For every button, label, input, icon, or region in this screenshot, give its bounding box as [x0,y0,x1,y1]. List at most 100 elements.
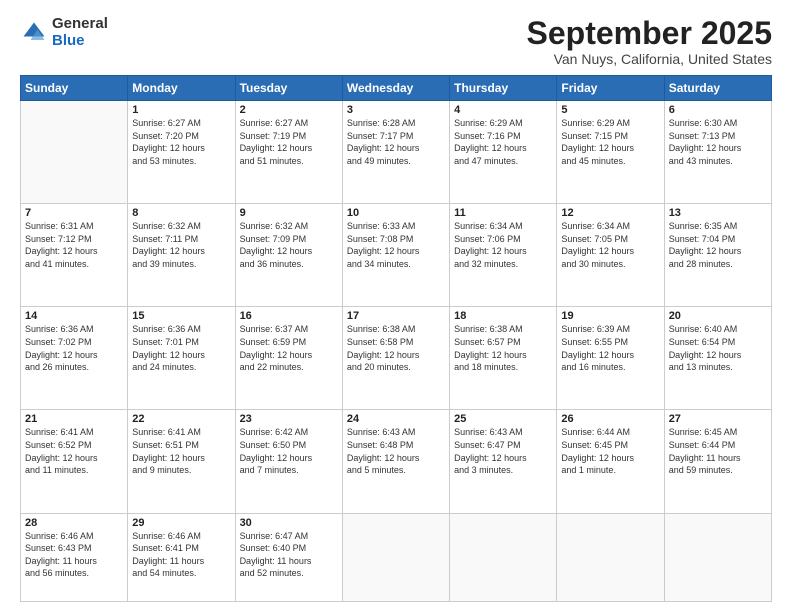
day-number: 20 [669,310,767,322]
cell-content: Sunrise: 6:38 AMSunset: 6:58 PMDaylight:… [347,323,445,373]
day-number: 18 [454,310,552,322]
calendar-cell: 29Sunrise: 6:46 AMSunset: 6:41 PMDayligh… [128,513,235,602]
day-number: 24 [347,413,445,425]
cell-content: Sunrise: 6:28 AMSunset: 7:17 PMDaylight:… [347,117,445,167]
weekday-header-friday: Friday [557,76,664,101]
day-number: 14 [25,310,123,322]
cell-content: Sunrise: 6:42 AMSunset: 6:50 PMDaylight:… [240,426,338,476]
day-number: 30 [240,517,338,529]
day-number: 2 [240,104,338,116]
calendar-week-row: 14Sunrise: 6:36 AMSunset: 7:02 PMDayligh… [21,307,772,410]
weekday-header-saturday: Saturday [664,76,771,101]
cell-content: Sunrise: 6:38 AMSunset: 6:57 PMDaylight:… [454,323,552,373]
calendar-cell: 21Sunrise: 6:41 AMSunset: 6:52 PMDayligh… [21,410,128,513]
logo-blue-text: Blue [52,33,108,50]
calendar-cell: 20Sunrise: 6:40 AMSunset: 6:54 PMDayligh… [664,307,771,410]
cell-content: Sunrise: 6:34 AMSunset: 7:06 PMDaylight:… [454,220,552,270]
weekday-header-tuesday: Tuesday [235,76,342,101]
logo-icon [20,19,48,47]
page: General Blue September 2025 Van Nuys, Ca… [0,0,792,612]
calendar-week-row: 21Sunrise: 6:41 AMSunset: 6:52 PMDayligh… [21,410,772,513]
calendar-cell: 6Sunrise: 6:30 AMSunset: 7:13 PMDaylight… [664,101,771,204]
day-number: 4 [454,104,552,116]
calendar-cell [450,513,557,602]
day-number: 3 [347,104,445,116]
calendar-cell: 7Sunrise: 6:31 AMSunset: 7:12 PMDaylight… [21,204,128,307]
cell-content: Sunrise: 6:47 AMSunset: 6:40 PMDaylight:… [240,530,338,580]
calendar-cell: 12Sunrise: 6:34 AMSunset: 7:05 PMDayligh… [557,204,664,307]
day-number: 12 [561,207,659,219]
calendar-cell: 16Sunrise: 6:37 AMSunset: 6:59 PMDayligh… [235,307,342,410]
calendar-cell: 3Sunrise: 6:28 AMSunset: 7:17 PMDaylight… [342,101,449,204]
cell-content: Sunrise: 6:44 AMSunset: 6:45 PMDaylight:… [561,426,659,476]
day-number: 16 [240,310,338,322]
day-number: 13 [669,207,767,219]
day-number: 19 [561,310,659,322]
cell-content: Sunrise: 6:46 AMSunset: 6:41 PMDaylight:… [132,530,230,580]
weekday-header-wednesday: Wednesday [342,76,449,101]
calendar-cell: 10Sunrise: 6:33 AMSunset: 7:08 PMDayligh… [342,204,449,307]
day-number: 8 [132,207,230,219]
calendar-cell: 14Sunrise: 6:36 AMSunset: 7:02 PMDayligh… [21,307,128,410]
calendar-cell [557,513,664,602]
month-title: September 2025 [527,16,772,51]
calendar-week-row: 1Sunrise: 6:27 AMSunset: 7:20 PMDaylight… [21,101,772,204]
weekday-header-monday: Monday [128,76,235,101]
header: General Blue September 2025 Van Nuys, Ca… [20,16,772,67]
title-block: September 2025 Van Nuys, California, Uni… [527,16,772,67]
calendar-cell: 30Sunrise: 6:47 AMSunset: 6:40 PMDayligh… [235,513,342,602]
cell-content: Sunrise: 6:32 AMSunset: 7:11 PMDaylight:… [132,220,230,270]
calendar-cell: 2Sunrise: 6:27 AMSunset: 7:19 PMDaylight… [235,101,342,204]
calendar-cell: 26Sunrise: 6:44 AMSunset: 6:45 PMDayligh… [557,410,664,513]
calendar-cell: 17Sunrise: 6:38 AMSunset: 6:58 PMDayligh… [342,307,449,410]
day-number: 17 [347,310,445,322]
cell-content: Sunrise: 6:34 AMSunset: 7:05 PMDaylight:… [561,220,659,270]
cell-content: Sunrise: 6:37 AMSunset: 6:59 PMDaylight:… [240,323,338,373]
calendar-cell [21,101,128,204]
cell-content: Sunrise: 6:27 AMSunset: 7:19 PMDaylight:… [240,117,338,167]
calendar-cell: 13Sunrise: 6:35 AMSunset: 7:04 PMDayligh… [664,204,771,307]
day-number: 28 [25,517,123,529]
weekday-header-sunday: Sunday [21,76,128,101]
cell-content: Sunrise: 6:41 AMSunset: 6:51 PMDaylight:… [132,426,230,476]
cell-content: Sunrise: 6:27 AMSunset: 7:20 PMDaylight:… [132,117,230,167]
day-number: 26 [561,413,659,425]
day-number: 10 [347,207,445,219]
weekday-header-thursday: Thursday [450,76,557,101]
calendar-cell: 8Sunrise: 6:32 AMSunset: 7:11 PMDaylight… [128,204,235,307]
calendar-cell: 9Sunrise: 6:32 AMSunset: 7:09 PMDaylight… [235,204,342,307]
day-number: 15 [132,310,230,322]
location: Van Nuys, California, United States [527,51,772,67]
cell-content: Sunrise: 6:29 AMSunset: 7:16 PMDaylight:… [454,117,552,167]
day-number: 21 [25,413,123,425]
day-number: 27 [669,413,767,425]
cell-content: Sunrise: 6:30 AMSunset: 7:13 PMDaylight:… [669,117,767,167]
day-number: 23 [240,413,338,425]
calendar-cell: 27Sunrise: 6:45 AMSunset: 6:44 PMDayligh… [664,410,771,513]
calendar-week-row: 7Sunrise: 6:31 AMSunset: 7:12 PMDaylight… [21,204,772,307]
calendar-cell: 28Sunrise: 6:46 AMSunset: 6:43 PMDayligh… [21,513,128,602]
calendar-cell: 4Sunrise: 6:29 AMSunset: 7:16 PMDaylight… [450,101,557,204]
calendar-cell: 22Sunrise: 6:41 AMSunset: 6:51 PMDayligh… [128,410,235,513]
cell-content: Sunrise: 6:31 AMSunset: 7:12 PMDaylight:… [25,220,123,270]
cell-content: Sunrise: 6:43 AMSunset: 6:47 PMDaylight:… [454,426,552,476]
day-number: 7 [25,207,123,219]
cell-content: Sunrise: 6:46 AMSunset: 6:43 PMDaylight:… [25,530,123,580]
cell-content: Sunrise: 6:32 AMSunset: 7:09 PMDaylight:… [240,220,338,270]
day-number: 29 [132,517,230,529]
calendar-cell: 19Sunrise: 6:39 AMSunset: 6:55 PMDayligh… [557,307,664,410]
calendar-cell: 18Sunrise: 6:38 AMSunset: 6:57 PMDayligh… [450,307,557,410]
cell-content: Sunrise: 6:41 AMSunset: 6:52 PMDaylight:… [25,426,123,476]
day-number: 6 [669,104,767,116]
logo: General Blue [20,16,108,49]
logo-text: General Blue [52,16,108,49]
day-number: 11 [454,207,552,219]
day-number: 9 [240,207,338,219]
logo-general-text: General [52,16,108,33]
calendar-cell: 1Sunrise: 6:27 AMSunset: 7:20 PMDaylight… [128,101,235,204]
day-number: 22 [132,413,230,425]
cell-content: Sunrise: 6:40 AMSunset: 6:54 PMDaylight:… [669,323,767,373]
calendar-cell: 25Sunrise: 6:43 AMSunset: 6:47 PMDayligh… [450,410,557,513]
cell-content: Sunrise: 6:36 AMSunset: 7:01 PMDaylight:… [132,323,230,373]
calendar-cell: 23Sunrise: 6:42 AMSunset: 6:50 PMDayligh… [235,410,342,513]
